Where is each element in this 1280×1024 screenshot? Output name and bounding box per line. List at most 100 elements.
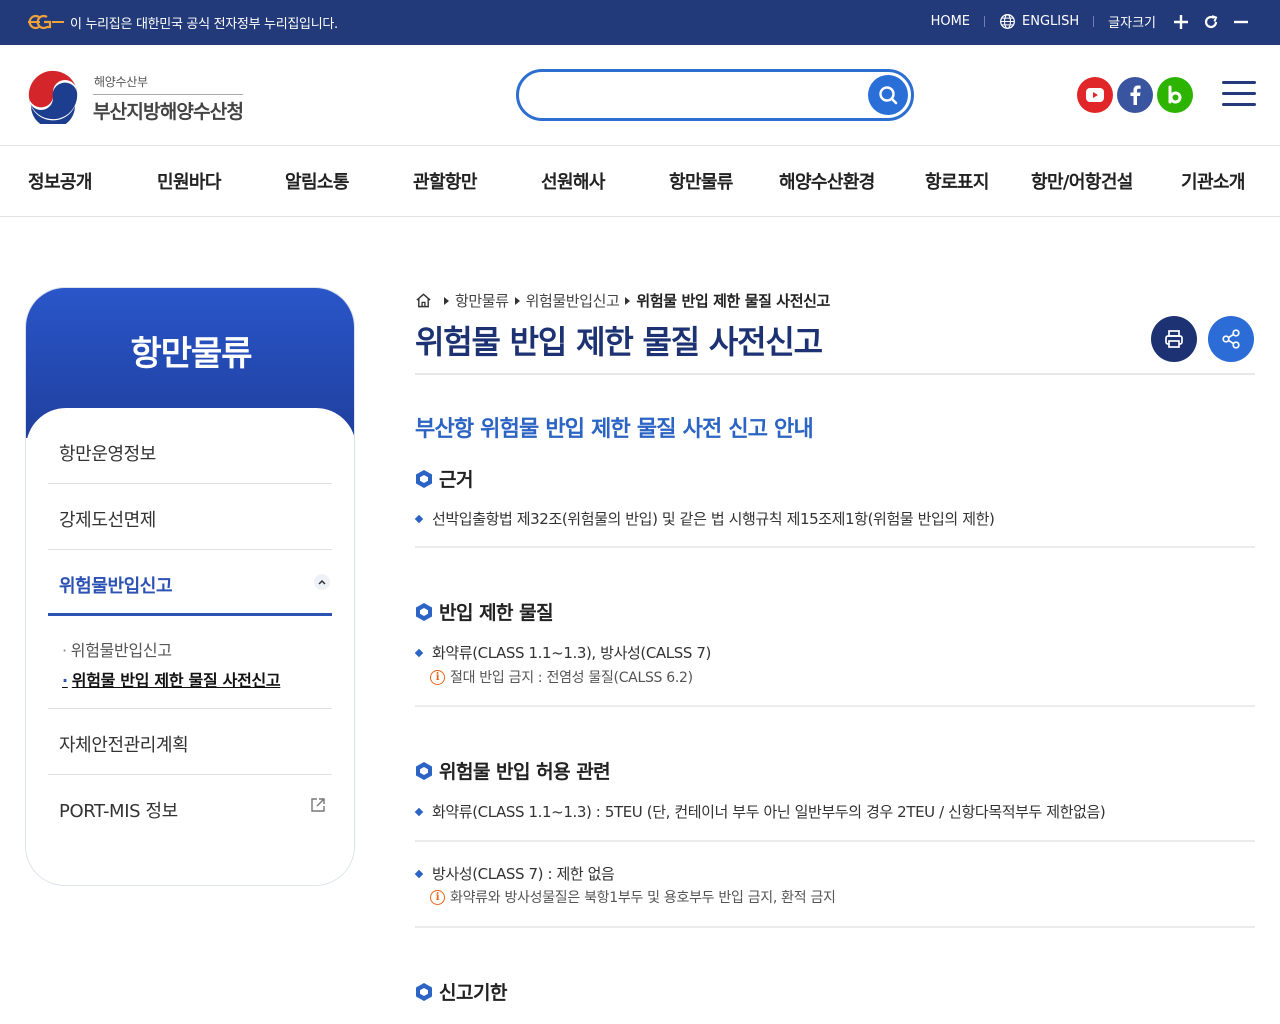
facebook-button[interactable] bbox=[1117, 77, 1153, 113]
breadcrumb-item[interactable]: 위험물반입신고 bbox=[526, 290, 620, 311]
main-navigation: 정보공개 민원바다 알림소통 관할항만 선원해사 항만물류 해양수산환경 항로표… bbox=[0, 145, 1280, 217]
basis-text-content: 선박입출항법 제32조(위험물의 반입) 및 같은 법 시행규칙 제15조제1항… bbox=[432, 510, 995, 528]
allowance-text-2: 방사성(CLASS 7) : 제한 없음 bbox=[414, 863, 615, 884]
search-input[interactable] bbox=[535, 82, 855, 108]
side-subitem-restricted[interactable]: · 위험물 반입 제한 물질 사전신고 bbox=[62, 667, 281, 691]
side-subitem-label: 위험물 반입 제한 물질 사전신고 bbox=[71, 671, 281, 690]
divider bbox=[415, 840, 1255, 842]
share-icon bbox=[1222, 329, 1240, 349]
print-icon bbox=[1165, 330, 1183, 348]
menu-line bbox=[1222, 81, 1256, 84]
side-item-safety-plan[interactable]: 자체안전관리계획 bbox=[48, 709, 332, 775]
hexagon-icon bbox=[416, 469, 432, 488]
font-size-label: 글자크기 bbox=[1108, 16, 1156, 31]
side-subitem-label: 위험물반입신고 bbox=[70, 641, 172, 660]
allowance-heading-text: 위험물 반입 허용 관련 bbox=[439, 761, 611, 783]
basis-heading-text: 근거 bbox=[439, 469, 473, 491]
title-divider bbox=[415, 373, 1255, 375]
bullet-icon bbox=[414, 869, 424, 878]
side-item-label: 항만운영정보 bbox=[59, 444, 156, 465]
hexagon-icon bbox=[416, 602, 432, 621]
side-item-label: 자체안전관리계획 bbox=[59, 735, 189, 756]
korea-emblem-icon[interactable] bbox=[25, 68, 81, 124]
breadcrumb-current: 위험물 반입 제한 물질 사전신고 bbox=[636, 292, 830, 310]
deadline-heading: 신고기한 bbox=[415, 978, 507, 1005]
gnb-item-logistics[interactable]: 항만물류 bbox=[669, 168, 733, 194]
side-item-port-mis[interactable]: PORT-MIS 정보 bbox=[48, 775, 332, 841]
gnb-item-environment[interactable]: 해양수산환경 bbox=[779, 168, 875, 194]
restricted-text: 화약류(CLASS 1.1~1.3), 방사성(CALSS 7) bbox=[414, 642, 711, 663]
menu-line bbox=[1222, 103, 1256, 106]
facebook-icon bbox=[1130, 85, 1141, 105]
utility-menu: HOME ENGLISH 글자크기 bbox=[931, 12, 1250, 31]
english-link[interactable]: ENGLISH bbox=[1022, 14, 1079, 29]
info-icon: i bbox=[430, 669, 445, 685]
allowance-note-text: 화약류와 방사성물질은 북항1부두 및 용호부두 반입 금지, 환적 금지 bbox=[450, 890, 836, 906]
breadcrumb-arrow-icon bbox=[514, 296, 520, 305]
search-icon bbox=[879, 86, 898, 105]
gov-banner: 이 누리집은 대한민국 공식 전자정부 누리집입니다. HOME ENGLISH… bbox=[0, 0, 1280, 45]
print-button[interactable] bbox=[1151, 316, 1197, 362]
search-button[interactable] bbox=[868, 75, 908, 115]
gnb-item-ports[interactable]: 관할항만 bbox=[413, 168, 477, 194]
side-item-port-operation[interactable]: 항만운영정보 bbox=[48, 418, 332, 484]
main-content: 항만물류 위험물반입신고 위험물 반입 제한 물질 사전신고 위험물 반입 제한… bbox=[414, 287, 1255, 1024]
home-link[interactable]: HOME bbox=[931, 14, 970, 29]
side-item-dangerous-goods[interactable]: 위험물반입신고 bbox=[48, 550, 332, 616]
side-item-label: PORT-MIS 정보 bbox=[59, 801, 178, 822]
site-header: 해양수산부 부산지방해양수산청 bbox=[0, 45, 1280, 145]
gnb-item-notice[interactable]: 알림소통 bbox=[285, 168, 349, 194]
deadline-heading-text: 신고기한 bbox=[439, 982, 507, 1004]
youtube-icon bbox=[1086, 88, 1104, 102]
bullet-dot: · bbox=[62, 641, 67, 660]
restricted-text-content: 화약류(CLASS 1.1~1.3), 방사성(CALSS 7) bbox=[432, 644, 711, 662]
agency-name[interactable]: 부산지방해양수산청 bbox=[93, 94, 244, 124]
allowance-note: i 화약류와 방사성물질은 북항1부두 및 용호부두 반입 금지, 환적 금지 bbox=[430, 887, 836, 907]
blog-button[interactable] bbox=[1157, 77, 1193, 113]
gov-mark-icon bbox=[28, 14, 64, 30]
reset-icon[interactable] bbox=[1202, 13, 1220, 31]
zoom-out-icon[interactable] bbox=[1232, 13, 1250, 31]
external-link-icon bbox=[311, 798, 325, 812]
youtube-button[interactable] bbox=[1077, 77, 1113, 113]
side-submenu: · 위험물반입신고 · 위험물 반입 제한 물질 사전신고 bbox=[48, 617, 332, 709]
restricted-heading-text: 반입 제한 물질 bbox=[439, 602, 554, 624]
gnb-item-info[interactable]: 정보공개 bbox=[28, 168, 92, 194]
side-item-pilotage-exemption[interactable]: 강제도선면제 bbox=[48, 484, 332, 550]
hexagon-icon bbox=[416, 982, 432, 1001]
share-button[interactable] bbox=[1208, 316, 1254, 362]
ministry-name: 해양수산부 bbox=[94, 75, 148, 89]
gnb-item-aids[interactable]: 항로표지 bbox=[925, 168, 989, 194]
chevron-up-icon[interactable] bbox=[314, 574, 330, 590]
bullet-dot: · bbox=[62, 671, 68, 690]
breadcrumb-item[interactable]: 항만물류 bbox=[455, 290, 509, 311]
gnb-item-about[interactable]: 기관소개 bbox=[1181, 168, 1245, 194]
side-menu: 항만물류 항만운영정보 강제도선면제 위험물반입신고 · 위험물반입신고 · 위험물… bbox=[25, 287, 355, 886]
info-icon: i bbox=[430, 889, 445, 905]
side-menu-title: 항만물류 bbox=[130, 334, 252, 374]
side-menu-body: 항만운영정보 강제도선면제 위험물반입신고 · 위험물반입신고 · 위험물 반입 제… bbox=[26, 408, 354, 885]
basis-text: 선박입출항법 제32조(위험물의 반입) 및 같은 법 시행규칙 제15조제1항… bbox=[414, 508, 995, 529]
menu-line bbox=[1222, 92, 1256, 95]
globe-icon bbox=[1000, 14, 1015, 29]
hexagon-icon bbox=[416, 761, 432, 780]
all-menu-button[interactable] bbox=[1222, 81, 1256, 109]
gnb-item-seafarer[interactable]: 선원해사 bbox=[541, 168, 605, 194]
side-item-label: 위험물반입신고 bbox=[59, 576, 173, 597]
gnb-item-construction[interactable]: 항만/어항건설 bbox=[1031, 168, 1133, 194]
allowance-text-1-content: 화약류(CLASS 1.1~1.3) : 5TEU (단, 컨테이너 부두 아닌… bbox=[432, 803, 1106, 821]
divider bbox=[1093, 16, 1095, 27]
side-item-label: 강제도선면제 bbox=[59, 510, 156, 531]
breadcrumb-arrow-icon bbox=[444, 296, 449, 305]
bullet-icon bbox=[414, 648, 424, 657]
divider bbox=[415, 926, 1255, 928]
home-icon[interactable] bbox=[415, 292, 432, 309]
allowance-text-2-content: 방사성(CLASS 7) : 제한 없음 bbox=[432, 865, 615, 883]
gov-banner-text: 이 누리집은 대한민국 공식 전자정부 누리집입니다. bbox=[70, 17, 338, 32]
zoom-in-icon[interactable] bbox=[1172, 13, 1190, 31]
bullet-icon bbox=[414, 514, 424, 523]
gnb-item-civil[interactable]: 민원바다 bbox=[157, 168, 221, 194]
side-subitem-report[interactable]: · 위험물반입신고 bbox=[62, 637, 172, 661]
page-title: 위험물 반입 제한 물질 사전신고 bbox=[415, 323, 823, 361]
allowance-text-1: 화약류(CLASS 1.1~1.3) : 5TEU (단, 컨테이너 부두 아닌… bbox=[414, 801, 1106, 822]
